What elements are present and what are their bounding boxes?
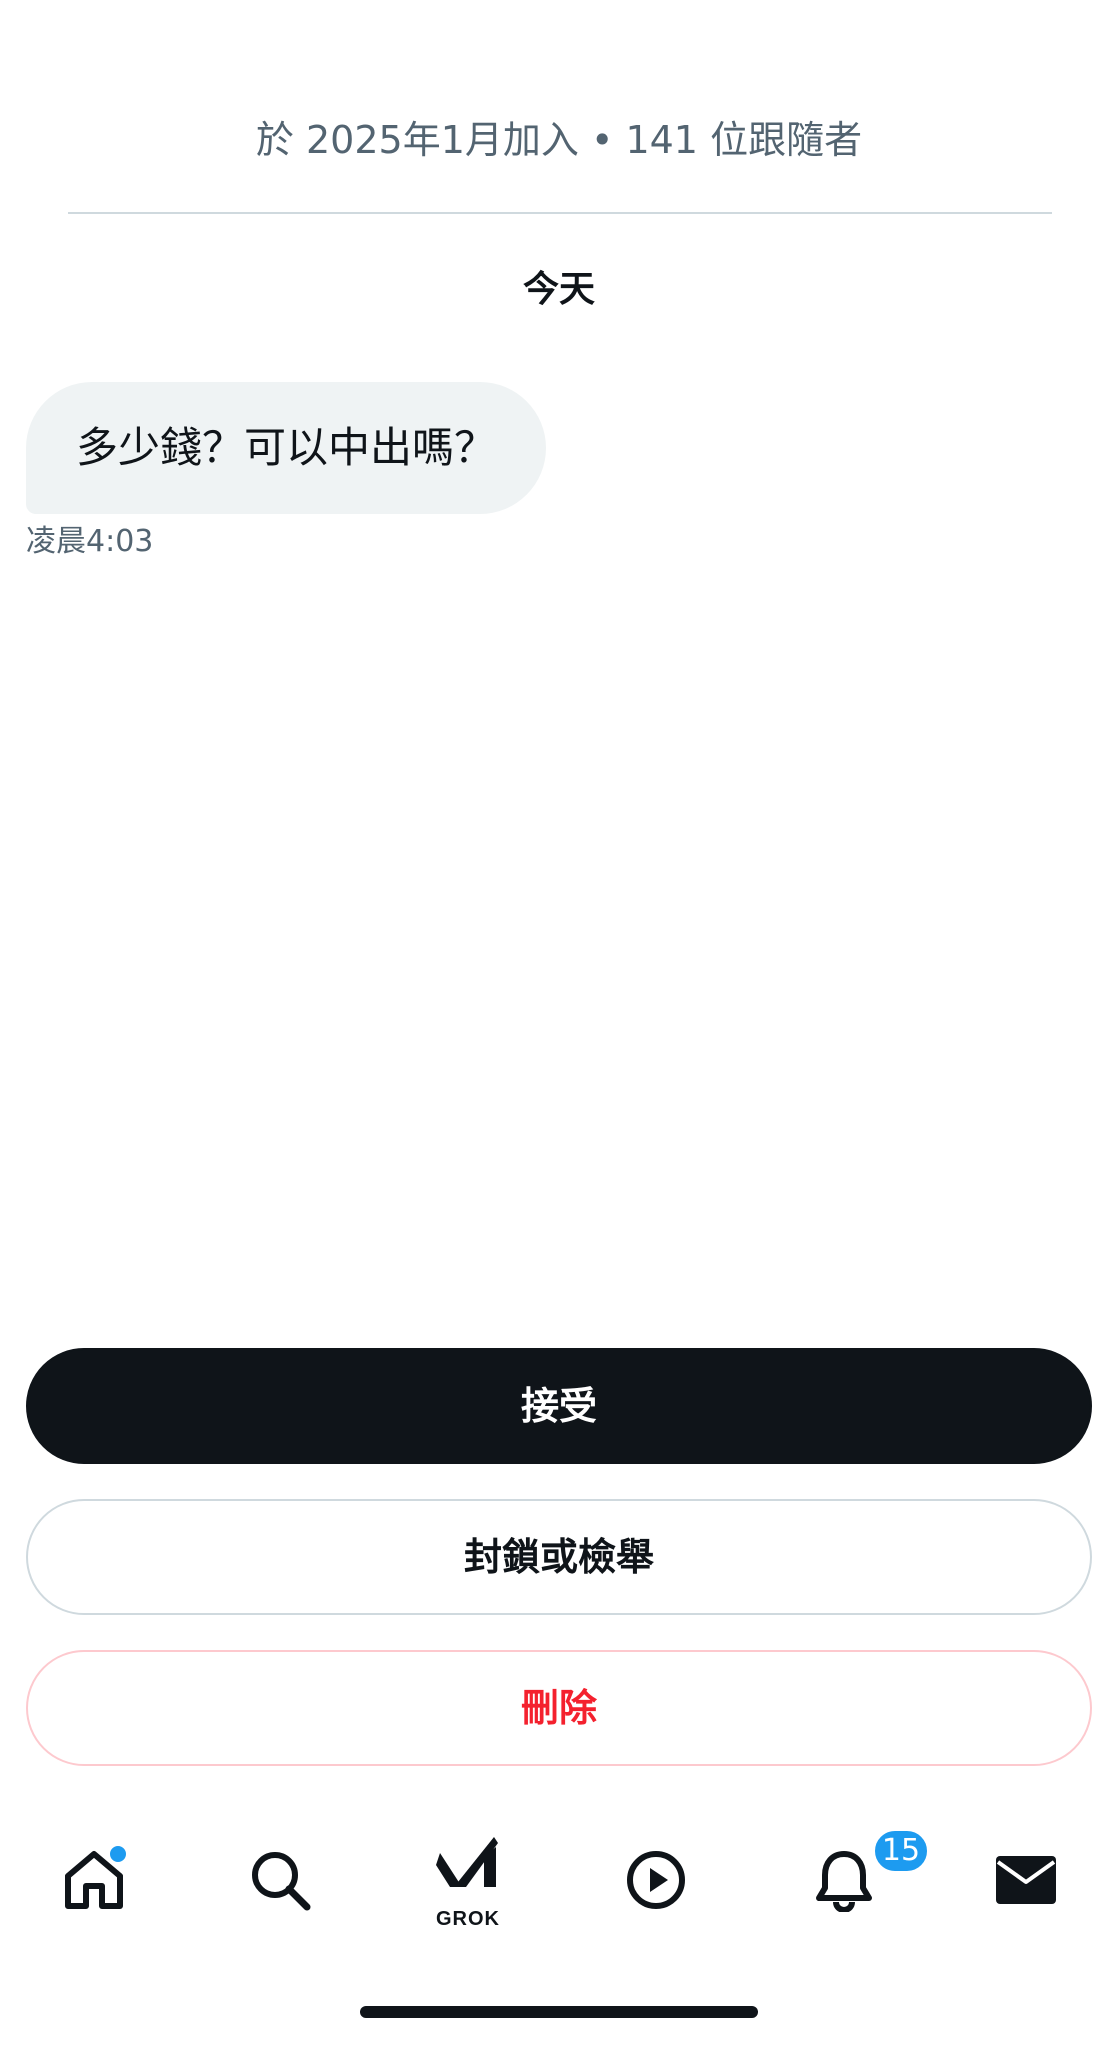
profile-join-followers-info: 於 2025年1月加入 • 141 位跟隨者: [255, 118, 863, 162]
tab-grok[interactable]: GROK: [408, 1830, 528, 1930]
play-icon: [627, 1851, 685, 1909]
date-separator: 今天: [522, 269, 595, 310]
search-icon: [252, 1852, 311, 1911]
bottom-tab-bar: GROK 15: [0, 1828, 1118, 1930]
tab-notifications[interactable]: 15: [784, 1828, 930, 1930]
bell-icon: [816, 1851, 872, 1912]
delete-button[interactable]: 刪除: [26, 1650, 1092, 1766]
accept-button[interactable]: 接受: [26, 1348, 1092, 1464]
tab-home[interactable]: [34, 1830, 154, 1930]
tab-messages[interactable]: [966, 1830, 1086, 1930]
home-indicator: [360, 2006, 758, 2018]
notification-count-badge: 15: [872, 1828, 930, 1874]
block-or-report-button[interactable]: 封鎖或檢舉: [26, 1499, 1092, 1615]
tab-video[interactable]: [596, 1830, 716, 1930]
grok-icon: [436, 1837, 498, 1887]
mail-icon: [996, 1856, 1056, 1904]
grok-label: GROK: [436, 1908, 500, 1930]
divider: [68, 212, 1052, 214]
tab-search[interactable]: [220, 1830, 340, 1930]
home-notification-dot: [108, 1844, 128, 1864]
message-bubble[interactable]: 多少錢？可以中出嗎？: [26, 382, 547, 514]
message-timestamp: 凌晨4:03: [26, 524, 154, 559]
